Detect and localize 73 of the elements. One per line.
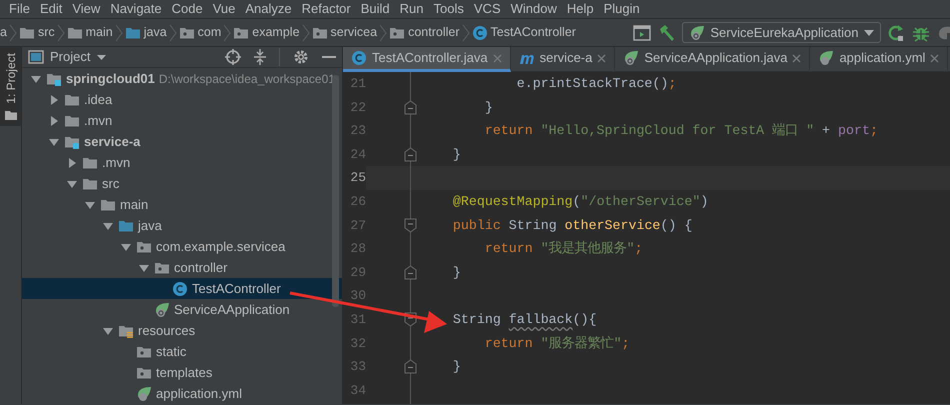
breadcrumb-item[interactable]: TestAController <box>472 23 576 42</box>
code-line: } <box>484 100 493 115</box>
tree-item[interactable]: TestAController <box>22 278 342 299</box>
line-number: 33 <box>349 358 366 376</box>
menu-item[interactable]: Refactor <box>296 0 356 18</box>
line-number: 24 <box>349 146 366 164</box>
tree-item[interactable]: src <box>22 173 342 194</box>
breadcrumb-item[interactable]: java <box>124 23 167 42</box>
menu-item[interactable]: Code <box>166 0 208 18</box>
code-line: return "Hello,SpringCloud for TestA 端口 " + port; <box>484 123 878 138</box>
menu-item[interactable]: Run <box>394 0 429 18</box>
line-number: 28 <box>349 240 366 258</box>
tree-item[interactable]: com.example.servicea <box>22 236 342 257</box>
breadcrumb-item[interactable]: src <box>18 23 55 42</box>
line-number: 31 <box>349 310 366 329</box>
breadcrumb-item[interactable]: controller <box>389 23 460 42</box>
breadcrumb-item[interactable]: a <box>0 23 7 42</box>
breadcrumb-item[interactable]: main <box>66 23 113 42</box>
tree-item[interactable]: ServiceAApplication <box>22 299 342 320</box>
tree-item[interactable]: application.yml <box>22 383 342 404</box>
line-number: 29 <box>349 264 366 282</box>
code-line: } <box>452 264 461 280</box>
menu-item[interactable]: View <box>67 0 106 18</box>
view-selector[interactable]: Project <box>50 47 106 67</box>
editor-tab[interactable]: TestAController.java <box>343 47 511 72</box>
tree-item[interactable]: java <box>22 215 342 236</box>
line-number: 32 <box>349 334 366 353</box>
line-number: 26 <box>349 192 366 211</box>
tree-item[interactable]: .idea <box>22 89 342 110</box>
line-number: 22 <box>349 98 366 117</box>
menu-item[interactable]: Window <box>506 0 562 18</box>
tool-window-tab[interactable]: 1: Project <box>0 47 21 126</box>
code-line: return "我是其他服务"; <box>484 241 643 256</box>
breadcrumb-item[interactable]: servicea <box>312 23 378 42</box>
breadcrumb-item[interactable]: com <box>178 23 222 42</box>
line-number: 23 <box>349 122 366 140</box>
code-line: e.printStackTrace(); <box>516 76 676 91</box>
menu-item[interactable]: Plugin <box>598 0 645 18</box>
code-line: } <box>452 359 461 374</box>
editor-tab[interactable]: service-a <box>510 47 616 72</box>
menu-item[interactable]: Navigate <box>105 0 167 18</box>
breadcrumb-item[interactable]: example <box>233 23 300 42</box>
tree-item[interactable]: service-a <box>22 131 342 152</box>
run-configuration-dropdown[interactable]: ServiceEurekaApplication <box>682 22 880 43</box>
code-line: @RequestMapping("/otherService") <box>452 194 708 209</box>
tree-item[interactable]: .mvn <box>22 152 342 173</box>
line-number: 25 <box>349 169 366 188</box>
tree-item[interactable]: static <box>22 341 342 362</box>
menu-item[interactable]: Vue <box>208 0 240 18</box>
menu-item[interactable]: VCS <box>468 0 506 18</box>
line-number: 34 <box>349 382 366 400</box>
code-line: public String otherService() { <box>452 218 692 233</box>
menu-item[interactable]: Build <box>356 0 395 18</box>
code-line: String fallback(){ <box>452 312 597 327</box>
editor-tab[interactable]: ServiceAApplication.java <box>615 47 810 72</box>
tree-item[interactable]: springcloud01 D:\workspace\idea_workspace01 <box>22 68 342 89</box>
line-number: 27 <box>349 216 366 235</box>
tree-item[interactable]: .mvn <box>22 110 342 131</box>
line-number: 30 <box>349 287 366 306</box>
menu-item[interactable]: Tools <box>428 0 469 18</box>
tree-item[interactable]: templates <box>22 362 342 383</box>
menu-item[interactable]: Analyze <box>240 0 297 18</box>
editor-tab[interactable]: application.yml <box>810 47 948 72</box>
line-number: 21 <box>349 75 366 93</box>
menu-item[interactable]: Edit <box>34 0 68 18</box>
project-path: D:\workspace\idea_workspace01 <box>158 70 335 88</box>
tree-item[interactable]: main <box>22 194 342 215</box>
menu-item[interactable]: File <box>4 0 35 18</box>
code-line: } <box>452 146 461 162</box>
tree-item[interactable]: resources <box>22 320 342 341</box>
menu-item[interactable]: Help <box>562 0 599 18</box>
code-line: return "服务器繁忙"; <box>484 336 630 351</box>
tree-item[interactable]: controller <box>22 257 342 278</box>
